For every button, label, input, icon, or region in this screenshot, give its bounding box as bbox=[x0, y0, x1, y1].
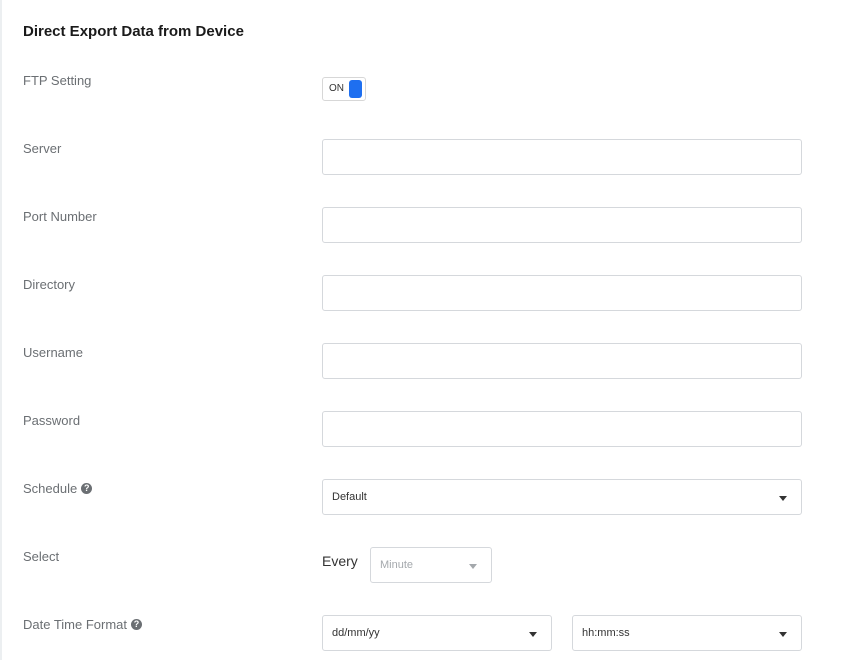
interval-unit-select[interactable]: Minute bbox=[370, 547, 492, 583]
schedule-selected-value: Default bbox=[332, 491, 367, 503]
schedule-label: Schedule ? bbox=[23, 481, 93, 496]
toggle-knob bbox=[349, 80, 362, 98]
server-label: Server bbox=[23, 141, 61, 156]
server-input[interactable] bbox=[322, 139, 802, 175]
panel-left-border bbox=[0, 0, 2, 660]
username-input[interactable] bbox=[322, 343, 802, 379]
ftp-setting-label-text: FTP Setting bbox=[23, 73, 92, 88]
password-label-text: Password bbox=[23, 413, 81, 428]
schedule-select[interactable]: Default bbox=[322, 479, 802, 515]
port-number-label-text: Port Number bbox=[23, 209, 97, 224]
port-number-label: Port Number bbox=[23, 209, 97, 224]
ftp-setting-label: FTP Setting bbox=[23, 73, 91, 88]
chevron-down-icon bbox=[779, 632, 787, 637]
server-label-text: Server bbox=[23, 141, 62, 156]
date-format-select[interactable]: dd/mm/yy bbox=[322, 615, 552, 651]
schedule-label-text: Schedule bbox=[23, 481, 78, 496]
ftp-toggle-text: ON bbox=[329, 83, 344, 94]
username-label: Username bbox=[23, 345, 83, 360]
question-circle-icon[interactable]: ? bbox=[131, 619, 143, 630]
password-input[interactable] bbox=[322, 411, 802, 447]
date-time-format-label-text: Date Time Format bbox=[23, 617, 128, 632]
select-label-text: Select bbox=[23, 549, 60, 564]
chevron-down-icon bbox=[529, 632, 537, 637]
interval-unit-selected-value: Minute bbox=[380, 559, 414, 571]
date-time-format-label: Date Time Format ? bbox=[23, 617, 143, 632]
date-format-selected-value: dd/mm/yy bbox=[332, 627, 380, 639]
question-circle-icon[interactable]: ? bbox=[81, 483, 93, 494]
directory-label: Directory bbox=[23, 277, 75, 292]
time-format-select[interactable]: hh:mm:ss bbox=[572, 615, 802, 651]
every-text: Every bbox=[322, 553, 358, 569]
directory-label-text: Directory bbox=[23, 277, 76, 292]
page-title: Direct Export Data from Device bbox=[23, 23, 244, 40]
select-label: Select bbox=[23, 549, 59, 564]
directory-input[interactable] bbox=[322, 275, 802, 311]
password-label: Password bbox=[23, 413, 80, 428]
chevron-down-icon bbox=[469, 564, 477, 569]
port-number-input[interactable] bbox=[322, 207, 802, 243]
ftp-setting-toggle[interactable]: ON bbox=[322, 77, 366, 101]
chevron-down-icon bbox=[779, 496, 787, 501]
time-format-selected-value: hh:mm:ss bbox=[582, 627, 630, 639]
username-label-text: Username bbox=[23, 345, 83, 360]
